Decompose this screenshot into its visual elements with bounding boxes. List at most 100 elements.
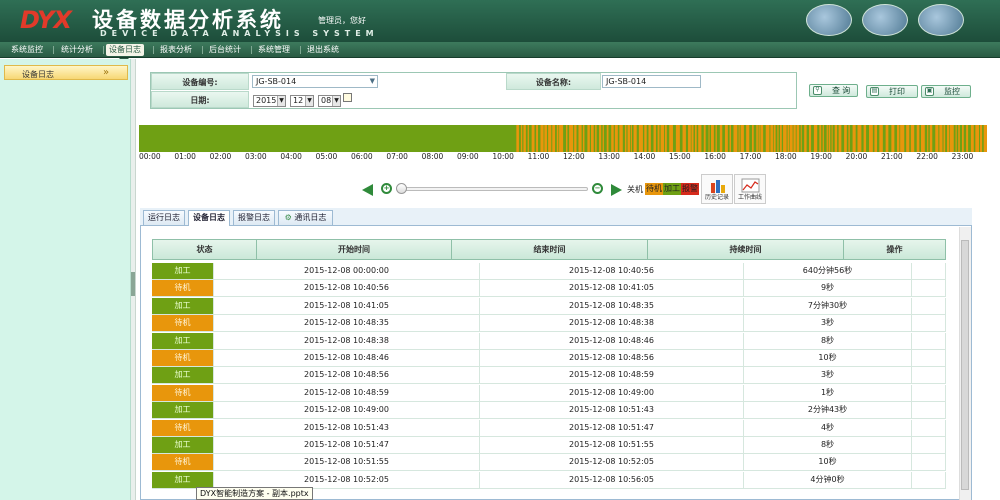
nav-item-report-analysis[interactable]: 报表分析: [157, 44, 195, 56]
timeline-hour-label: 23:00: [951, 152, 974, 161]
duration-cell: 8秒: [744, 437, 912, 453]
month-select[interactable]: 12 ▼: [290, 95, 314, 107]
zoom-slider-handle[interactable]: [396, 183, 407, 194]
table-row[interactable]: 待机 2015-12-08 10:40:56 2015-12-08 10:41:05…: [152, 280, 946, 298]
timeline-hour-label: 09:00: [457, 152, 479, 161]
device-name-field[interactable]: JG-SB-014: [602, 75, 701, 88]
table-row[interactable]: 加工 2015-12-08 10:48:56 2015-12-08 10:48:59…: [152, 367, 946, 385]
previous-arrow-icon[interactable]: [362, 184, 373, 196]
timeline-standby-segment: [885, 125, 889, 152]
timeline-standby-segment: [544, 125, 547, 152]
user-greeting: 管理员，您好: [318, 16, 366, 25]
timeline-hour-label: 16:00: [704, 152, 726, 161]
nav-item-system-monitor[interactable]: 系统监控: [8, 44, 46, 56]
year-select[interactable]: 2015 ▼: [253, 95, 286, 107]
state-cell: 待机: [152, 384, 214, 401]
timeline-hour-label: 18:00: [775, 152, 797, 161]
timeline-standby-segment: [874, 125, 878, 152]
timeline-hour-label: 13:00: [598, 152, 620, 161]
sidebar-collapse-handle[interactable]: [131, 272, 135, 296]
state-cell: 待机: [152, 280, 214, 297]
table-row[interactable]: 加工 2015-12-08 10:41:05 2015-12-08 10:48:35…: [152, 297, 946, 315]
table-row[interactable]: 加工 2015-12-08 10:48:38 2015-12-08 10:48:46…: [152, 332, 946, 350]
timeline-hour-label: 12:00: [563, 152, 585, 161]
tab-device-log[interactable]: 设备日志: [188, 210, 230, 226]
print-button[interactable]: ▤ 打印: [866, 85, 918, 98]
timeline-standby-segment: [983, 125, 987, 152]
action-cell: [912, 471, 946, 488]
monitor-button[interactable]: ▣ 监控: [921, 85, 971, 98]
timeline-standby-segment: [746, 125, 750, 152]
timeline-standby-segment: [602, 125, 604, 152]
duration-cell: 8秒: [744, 332, 912, 349]
timeline-standby-segment: [516, 125, 519, 152]
nav-item-statistics[interactable]: 统计分析: [58, 44, 96, 56]
timeline-standby-segment: [920, 125, 925, 152]
timeline-hour-label: 00:00: [139, 152, 161, 161]
status-timeline[interactable]: [139, 125, 987, 152]
timeline-standby-segment: [599, 125, 602, 152]
timeline-standby-segment: [765, 125, 770, 152]
table-row[interactable]: 待机 2015-12-08 10:48:35 2015-12-08 10:48:38…: [152, 315, 946, 333]
calendar-icon[interactable]: [343, 93, 352, 102]
timeline-standby-segment: [793, 125, 796, 152]
header-picture-2: [862, 4, 908, 36]
nav-item-device-log[interactable]: 设备日志: [106, 44, 144, 56]
table-row[interactable]: 待机 2015-12-08 10:51:55 2015-12-08 10:52:05…: [152, 454, 946, 472]
zoom-in-icon[interactable]: +: [381, 183, 392, 194]
timeline-standby-segment: [627, 125, 630, 152]
history-button[interactable]: 历史记录: [701, 174, 733, 204]
action-cell: [912, 315, 946, 332]
device-id-value: JG-SB-014: [256, 77, 297, 86]
day-select[interactable]: 08 ▼: [318, 95, 341, 107]
query-button-label: 查 询: [832, 86, 851, 95]
timeline-standby-segment: [826, 125, 828, 152]
action-cell: [912, 454, 946, 471]
timeline-standby-segment: [813, 125, 818, 152]
chevron-down-icon: ▼: [277, 96, 285, 106]
timeline-hour-label: 02:00: [209, 152, 232, 161]
table-row[interactable]: 加工 2015-12-08 10:49:00 2015-12-08 10:51:43…: [152, 402, 946, 420]
monitor-button-label: 监控: [944, 87, 960, 96]
tab-alarm-log[interactable]: 报警日志: [233, 210, 275, 225]
timeline-hour-label: 05:00: [315, 152, 338, 161]
column-header-state: 状态: [153, 240, 257, 259]
timeline-standby-segment: [751, 125, 754, 152]
zoom-slider-track[interactable]: [398, 187, 588, 191]
nav-item-backend-stats[interactable]: 后台统计: [206, 44, 244, 56]
action-cell: [912, 367, 946, 384]
timeline-hour-label: 14:00: [633, 152, 656, 161]
timeline-standby-segment: [614, 125, 618, 152]
tab-comm-log[interactable]: ⚙ 通讯日志: [278, 210, 333, 225]
table-row[interactable]: 加工 2015-12-08 10:51:47 2015-12-08 10:51:55…: [152, 437, 946, 454]
timeline-standby-segment: [980, 125, 983, 152]
duration-cell: 2分钟43秒: [744, 402, 912, 419]
timeline-standby-segment: [804, 125, 807, 152]
timeline-standby-segment: [935, 125, 939, 152]
scrollbar-thumb[interactable]: [961, 240, 969, 490]
timeline-standby-segment: [630, 125, 632, 152]
duration-cell: 10秒: [744, 350, 912, 366]
next-arrow-icon[interactable]: [611, 184, 622, 196]
timeline-standby-segment: [809, 125, 812, 152]
timeline-standby-segment: [729, 125, 731, 152]
query-button[interactable]: ⚲ 查 询: [809, 84, 858, 97]
zoom-out-icon[interactable]: −: [592, 183, 603, 194]
nav-item-logout[interactable]: 退出系统: [304, 44, 342, 56]
start-time-cell: 2015-12-08 10:48:59: [214, 384, 480, 401]
sidebar-item-device-log[interactable]: 设备日志 »: [4, 65, 128, 80]
timeline-standby-segment: [566, 125, 568, 152]
device-id-select[interactable]: JG-SB-014 ▼: [252, 75, 378, 88]
action-cell: [912, 419, 946, 436]
work-curve-button[interactable]: 工作曲线: [734, 174, 766, 204]
timeline-standby-segment: [834, 125, 838, 152]
chevron-down-icon: ▼: [332, 96, 340, 106]
table-row[interactable]: 待机 2015-12-08 10:48:59 2015-12-08 10:49:00…: [152, 384, 946, 402]
action-cell: [912, 437, 946, 453]
table-row[interactable]: 待机 2015-12-08 10:51:43 2015-12-08 10:51:47…: [152, 419, 946, 437]
timeline-standby-segment: [619, 125, 623, 152]
nav-item-system-management[interactable]: 系统管理: [255, 44, 293, 56]
table-row[interactable]: 加工 2015-12-08 00:00:00 2015-12-08 10:40:56…: [152, 263, 946, 280]
tab-run-log[interactable]: 运行日志: [143, 210, 185, 225]
table-row[interactable]: 待机 2015-12-08 10:48:46 2015-12-08 10:48:56…: [152, 350, 946, 367]
